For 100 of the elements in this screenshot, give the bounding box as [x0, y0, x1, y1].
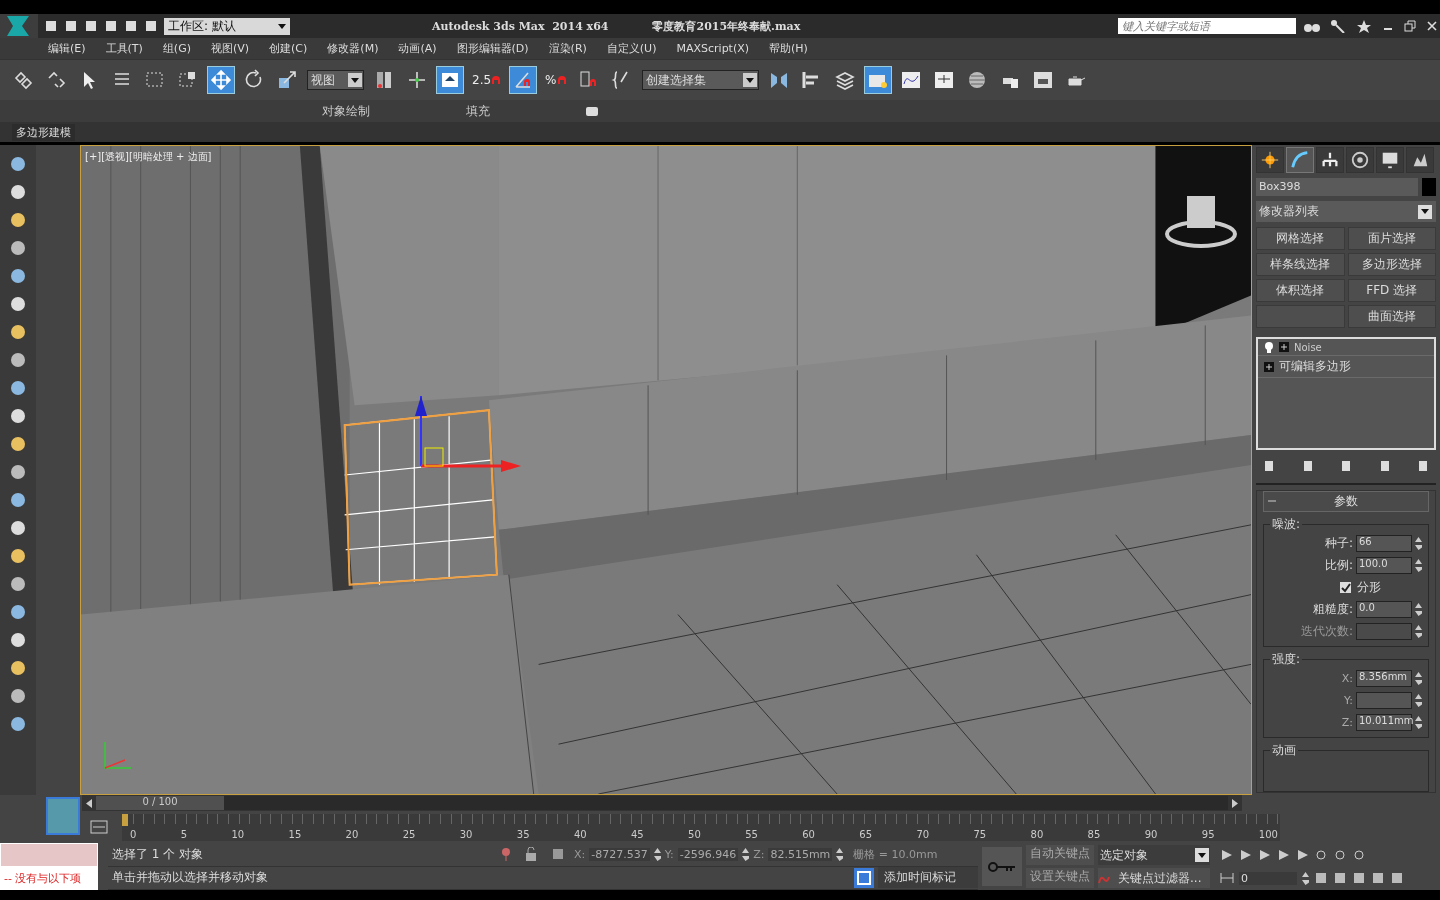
spinner-field[interactable]: 100.0 — [1356, 557, 1412, 574]
dropdown-arrow-icon[interactable] — [351, 77, 359, 83]
hierarchy-icon[interactable] — [1316, 147, 1344, 173]
spinner-field[interactable]: 66 — [1356, 535, 1412, 552]
quick-access-icon[interactable] — [84, 19, 98, 33]
stack-item[interactable]: Noise — [1258, 339, 1434, 356]
spinner-field[interactable]: 0.0 — [1356, 601, 1412, 618]
time-slider-thumb[interactable]: 0 / 100 — [96, 796, 224, 810]
key-filters-button[interactable]: 关键点过滤器... — [1098, 868, 1210, 888]
stack-item-label[interactable]: 可编辑多边形 — [1279, 358, 1351, 375]
toolbar-dropdown[interactable]: 视图 — [307, 70, 364, 90]
ribbon-tab[interactable]: 对象绘制 — [322, 102, 370, 120]
time-tag-icon[interactable] — [854, 867, 874, 888]
modifier-list-dropdown[interactable]: 修改器列表 — [1256, 201, 1436, 222]
key-icon[interactable] — [1330, 19, 1346, 33]
modifier-button[interactable]: 体积选择 — [1256, 279, 1345, 302]
modifier-button[interactable]: 样条线选择 — [1256, 253, 1345, 276]
play-icon[interactable] — [1258, 848, 1272, 861]
snap-toggle-button[interactable]: 2.5 — [470, 67, 504, 93]
menu-item[interactable]: 渲染(R) — [548, 41, 587, 56]
folder-bulb-icon[interactable] — [864, 67, 891, 93]
zoom-icon[interactable] — [1315, 848, 1329, 861]
spinner-field[interactable]: 8.356mm — [1356, 670, 1412, 687]
spinner-arrows-icon[interactable] — [1415, 694, 1422, 707]
rollout-header[interactable]: 参数 — [1263, 491, 1429, 512]
spinner-arrows-icon[interactable] — [1415, 603, 1422, 616]
current-frame-marker[interactable] — [122, 813, 128, 826]
maxscript-output-field[interactable]: -- 没有与以下项 — [0, 867, 98, 890]
current-frame-field[interactable]: 0 — [1239, 871, 1297, 885]
spinner-arrows-icon[interactable] — [1415, 537, 1422, 550]
set-key-button[interactable]: 设置关键点 — [1026, 868, 1094, 888]
quick-access-icon[interactable] — [44, 19, 58, 33]
maxscript-listener-field[interactable] — [0, 843, 98, 867]
spinner-arrows-icon[interactable] — [1302, 871, 1309, 885]
toolbar-dropdown[interactable]: 创建选择集 — [641, 70, 759, 90]
menu-item[interactable]: 修改器(M) — [327, 41, 379, 56]
star-icon[interactable] — [1356, 19, 1372, 33]
coordinate-field[interactable]: 82.515mm — [768, 847, 833, 861]
menu-item[interactable]: 视图(V) — [210, 41, 250, 56]
checkbox[interactable] — [1340, 582, 1351, 593]
auto-key-button[interactable]: 自动关键点 — [1026, 845, 1094, 865]
quick-access-icon[interactable] — [144, 19, 158, 33]
quick-access-icon[interactable] — [104, 19, 118, 33]
spinner-field[interactable]: 10.011mm — [1356, 714, 1412, 731]
ribbon-panel-tab[interactable]: 多边形建模 — [12, 123, 75, 141]
angle-magnet-icon[interactable] — [510, 67, 537, 93]
spinner-arrows-icon[interactable] — [836, 847, 844, 861]
spinner-arrows-icon[interactable] — [1415, 716, 1422, 729]
keyboard-toggle-icon[interactable] — [437, 67, 463, 93]
key-mode-icon[interactable] — [1220, 872, 1234, 884]
zoom-extents-icon[interactable] — [1353, 848, 1367, 861]
coordinate-field[interactable]: -2596.946 — [677, 847, 739, 861]
workspace-dropdown[interactable]: 工作区: 默认 — [164, 17, 290, 35]
menu-item[interactable]: 帮助(H) — [769, 41, 808, 56]
hammer-icon[interactable] — [1406, 147, 1434, 173]
menu-item[interactable]: 工具(T) — [105, 41, 143, 56]
modifier-button[interactable]: 多边形选择 — [1347, 253, 1436, 276]
modify-curve-icon[interactable] — [1286, 147, 1314, 173]
search-field[interactable]: 键入关键字或短语 — [1118, 18, 1296, 34]
spinner-field[interactable] — [1356, 623, 1412, 640]
time-slider-track[interactable]: 0 / 100 — [96, 796, 1228, 810]
menu-item[interactable]: MAXScript(X) — [676, 42, 750, 55]
quick-access-icon[interactable] — [64, 19, 78, 33]
ribbon-tab[interactable]: 填充 — [466, 102, 490, 120]
coordinate-field[interactable]: -8727.537 — [589, 847, 650, 861]
menu-item[interactable]: 自定义(U) — [606, 41, 657, 56]
menu-item[interactable]: 组(G) — [162, 41, 191, 56]
dropdown-arrow-icon[interactable] — [1421, 209, 1429, 214]
move-arrows-icon[interactable] — [208, 67, 234, 93]
track-bar-icon[interactable] — [90, 819, 108, 835]
quick-access-icon[interactable] — [124, 19, 138, 33]
spinner-arrows-icon[interactable] — [1415, 559, 1422, 572]
object-name-field[interactable]: Box398 — [1256, 178, 1418, 196]
snap-toggle-button[interactable]: % — [543, 67, 569, 93]
add-time-tag-button[interactable]: 添加时间标记 — [878, 867, 978, 889]
expand-icon[interactable] — [1264, 361, 1274, 372]
stack-item-label[interactable]: Noise — [1294, 341, 1322, 353]
dropdown-arrow-icon[interactable] — [1198, 852, 1206, 858]
spinner-arrows-icon[interactable] — [1415, 672, 1422, 685]
viewport[interactable]: [+][透视][明暗处理 + 边面] — [80, 145, 1252, 795]
dropdown-arrow-icon[interactable] — [278, 23, 286, 29]
menu-item[interactable]: 编辑(E) — [48, 41, 86, 56]
spinner-arrows-icon[interactable] — [653, 847, 661, 861]
app-logo-icon[interactable] — [0, 14, 38, 38]
restore-icon[interactable] — [1404, 20, 1416, 32]
close-icon[interactable] — [1426, 20, 1438, 32]
absolute-mode-icon[interactable] — [551, 847, 565, 862]
spinner-arrows-icon[interactable] — [742, 847, 750, 861]
key-mode-dropdown[interactable]: 选定对象 — [1098, 845, 1210, 865]
stack-item[interactable]: 可编辑多边形 — [1258, 356, 1434, 378]
expand-icon[interactable] — [1279, 342, 1289, 352]
spinner-arrows-icon[interactable] — [1415, 625, 1422, 638]
spinner-field[interactable] — [1356, 692, 1412, 709]
zoom-all-icon[interactable] — [1334, 848, 1348, 861]
menu-item[interactable]: 创建(C) — [269, 41, 308, 56]
modifier-button[interactable]: 面片选择 — [1347, 227, 1436, 250]
viewport-label[interactable]: [+][透视][明暗处理 + 边面] — [85, 150, 212, 164]
menu-item[interactable]: 图形编辑器(D) — [456, 41, 529, 56]
modifier-button[interactable]: 网格选择 — [1256, 227, 1345, 250]
dropdown-arrow-icon[interactable] — [745, 77, 754, 83]
